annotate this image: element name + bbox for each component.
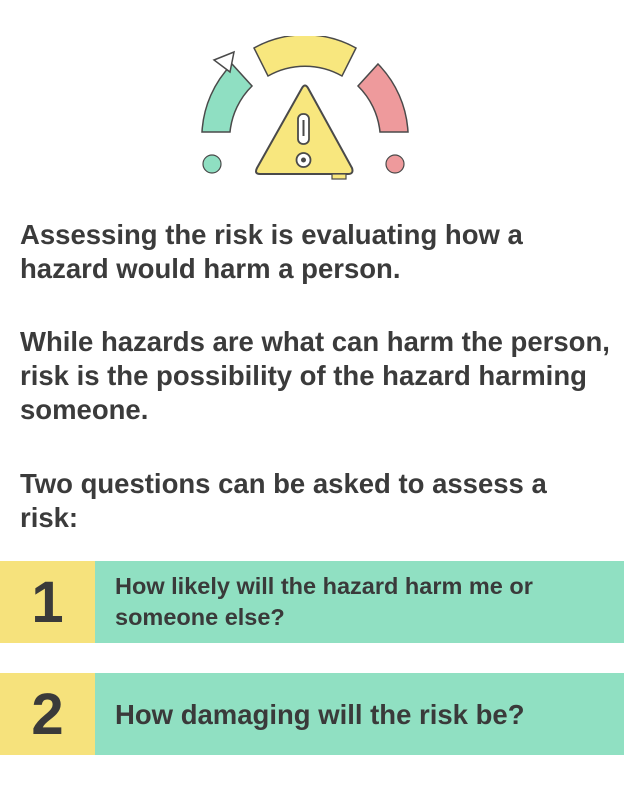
question-row-1: 1 How likely will the hazard harm me or … [0, 561, 624, 643]
gauge-green-segment [201, 62, 254, 133]
hazard-risk-paragraph: While hazards are what can harm the pers… [20, 326, 610, 425]
question-number: 1 [0, 561, 95, 643]
gauge-red-segment [356, 62, 409, 133]
question-row-2: 2 How damaging will the risk be? [0, 673, 624, 755]
gauge-arrow-tip [212, 50, 236, 74]
questions-intro-paragraph: Two questions can be asked to assess a r… [20, 468, 547, 533]
gauge-yellow-segment [253, 34, 357, 78]
gauge-green-dot [202, 154, 222, 174]
intro-paragraph: Assessing the risk is evaluating how a h… [20, 219, 523, 284]
question-text: How likely will the hazard harm me or so… [115, 573, 533, 630]
question-text-container: How likely will the hazard harm me or so… [95, 561, 624, 643]
question-text: How damaging will the risk be? [115, 698, 525, 730]
gauge-red-dot [385, 154, 405, 174]
question-number: 2 [0, 673, 95, 755]
risk-gauge-warning-icon [190, 34, 420, 186]
question-text-container: How damaging will the risk be? [95, 673, 624, 755]
risk-gauge-warning-svg [201, 34, 409, 180]
